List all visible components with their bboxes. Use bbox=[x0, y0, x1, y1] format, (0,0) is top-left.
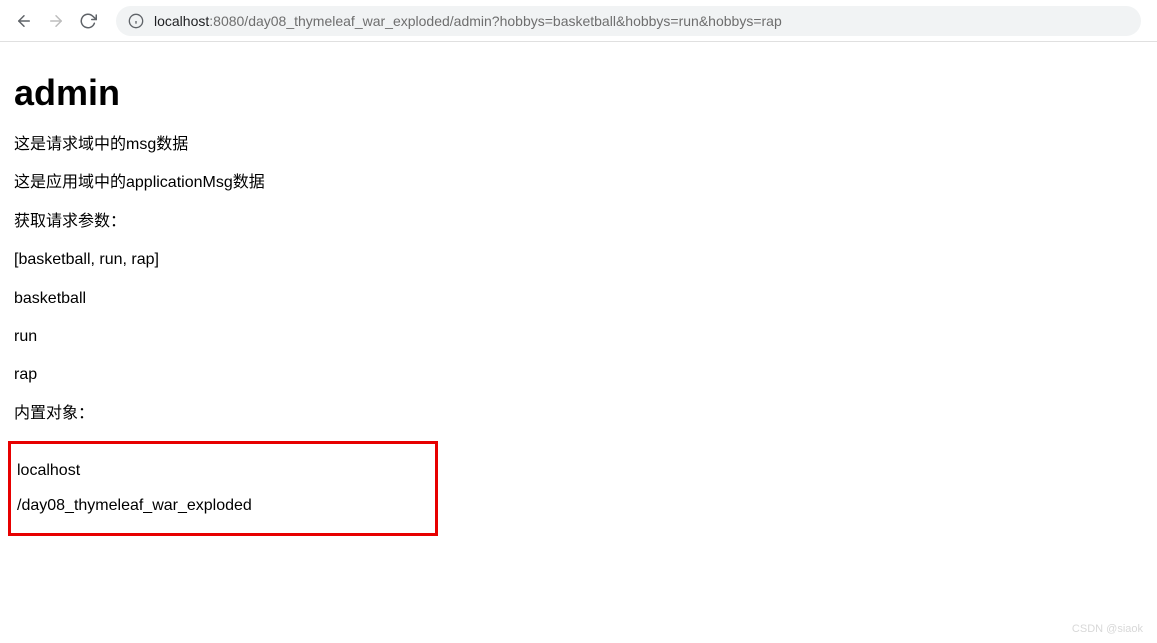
arrow-right-icon bbox=[47, 12, 65, 30]
param-item: run bbox=[14, 326, 1143, 348]
forward-button[interactable] bbox=[40, 5, 72, 37]
param-item: basketball bbox=[14, 288, 1143, 310]
get-params-label: 获取请求参数： bbox=[14, 211, 1143, 233]
params-array-text: [basketball, run, rap] bbox=[14, 249, 1143, 271]
application-msg-text: 这是应用域中的applicationMsg数据 bbox=[14, 172, 1143, 194]
context-path-text: /day08_thymeleaf_war_exploded bbox=[17, 495, 433, 517]
builtin-label: 内置对象： bbox=[14, 403, 1143, 425]
url-path: :8080/day08_thymeleaf_war_exploded/admin… bbox=[209, 13, 781, 29]
arrow-left-icon bbox=[15, 12, 33, 30]
back-button[interactable] bbox=[8, 5, 40, 37]
reload-button[interactable] bbox=[72, 5, 104, 37]
msg-text: 这是请求域中的msg数据 bbox=[14, 134, 1143, 156]
url-text: localhost:8080/day08_thymeleaf_war_explo… bbox=[154, 13, 782, 29]
server-name-text: localhost bbox=[17, 460, 433, 482]
info-icon bbox=[128, 13, 144, 29]
page-content: admin 这是请求域中的msg数据 这是应用域中的applicationMsg… bbox=[0, 42, 1157, 552]
page-title: admin bbox=[14, 72, 1143, 114]
highlight-box: localhost /day08_thymeleaf_war_exploded bbox=[8, 441, 438, 536]
param-item: rap bbox=[14, 364, 1143, 386]
watermark: CSDN @siaok bbox=[1072, 623, 1143, 635]
browser-toolbar: localhost:8080/day08_thymeleaf_war_explo… bbox=[0, 0, 1157, 42]
reload-icon bbox=[79, 12, 97, 30]
url-host: localhost bbox=[154, 13, 209, 29]
address-bar[interactable]: localhost:8080/day08_thymeleaf_war_explo… bbox=[116, 6, 1141, 36]
